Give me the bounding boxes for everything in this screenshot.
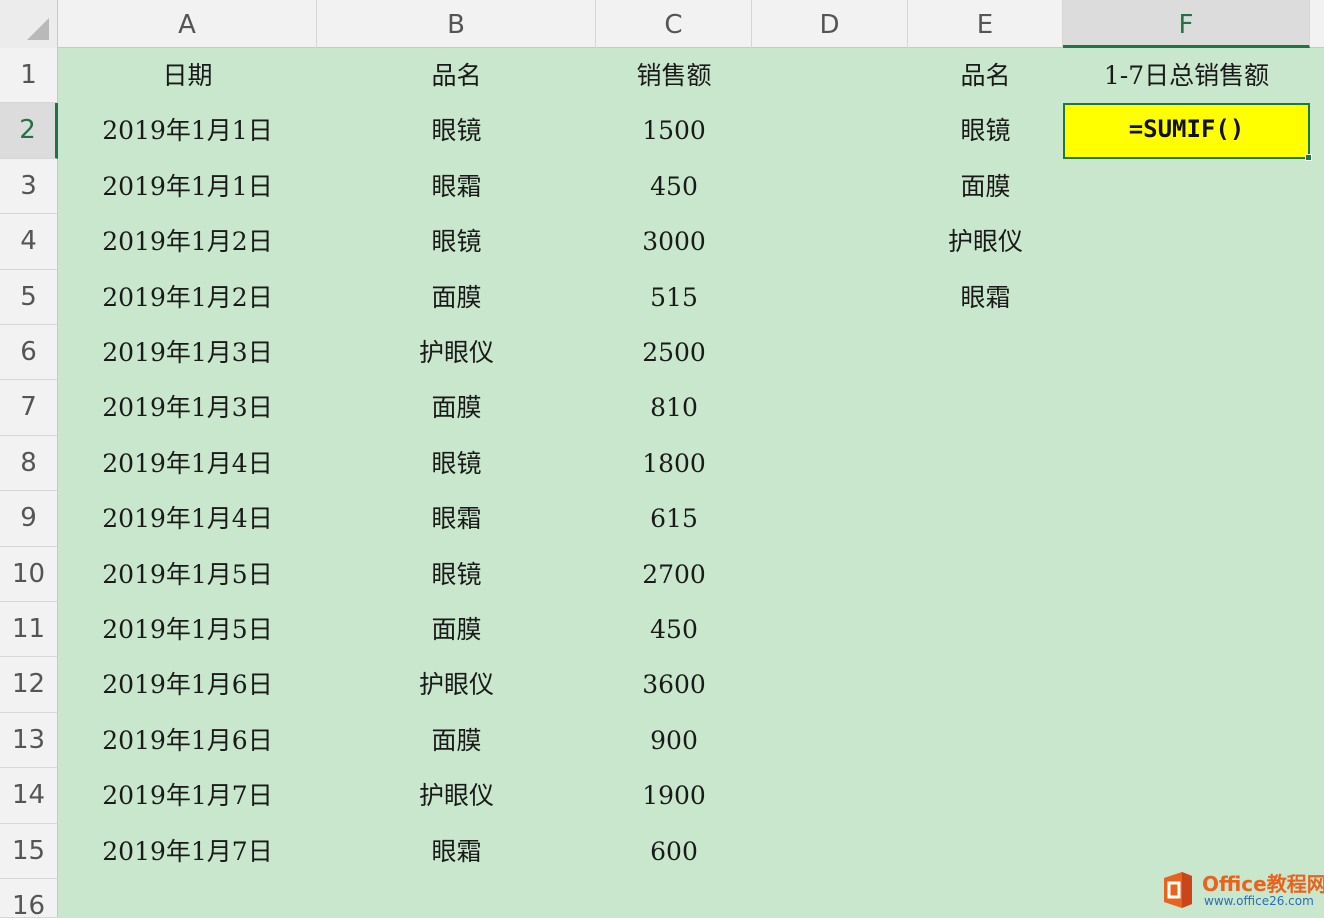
select-all-corner[interactable]	[0, 0, 58, 48]
cell-sales[interactable]: 1500	[596, 103, 752, 158]
cell-sales[interactable]: 600	[596, 824, 752, 879]
cell-product[interactable]: 眼霜	[317, 491, 596, 546]
cell-product[interactable]: 护眼仪	[317, 657, 596, 712]
cell-date[interactable]: 2019年1月2日	[58, 214, 317, 269]
cell-grid[interactable]: 日期 品名 销售额 品名 1-7日总销售额 2019年1月1日 眼镜 1500 2019年1月1…	[58, 48, 1324, 918]
cell-date[interactable]: 2019年1月4日	[58, 436, 317, 491]
active-cell-f2-formula[interactable]: =SUMIF()	[1063, 103, 1310, 159]
row-header-16[interactable]: 16	[0, 879, 58, 918]
row-header-4[interactable]: 4	[0, 214, 58, 270]
cell-sales[interactable]: 3000	[596, 214, 752, 269]
cell-date[interactable]: 2019年1月2日	[58, 270, 317, 325]
cell-sales[interactable]: 1900	[596, 768, 752, 823]
cell-product[interactable]: 面膜	[317, 602, 596, 657]
watermark: Office教程网 www.office26.com	[1158, 866, 1324, 918]
row-header-9[interactable]: 9	[0, 491, 58, 547]
cell-sales[interactable]: 515	[596, 270, 752, 325]
cell-date[interactable]: 2019年1月4日	[58, 491, 317, 546]
cell-date[interactable]: 2019年1月5日	[58, 602, 317, 657]
watermark-brand: Office教程网	[1202, 872, 1324, 896]
cell-lookup-product[interactable]: 护眼仪	[908, 214, 1063, 269]
cell-date[interactable]: 2019年1月7日	[58, 824, 317, 879]
watermark-url: www.office26.com	[1204, 894, 1314, 908]
cell-date[interactable]: 2019年1月6日	[58, 713, 317, 768]
column-header-c[interactable]: C	[596, 0, 752, 48]
row-header-14[interactable]: 14	[0, 768, 58, 824]
row-header-3[interactable]: 3	[0, 158, 58, 215]
column-header-f[interactable]: F	[1063, 0, 1310, 48]
fill-handle[interactable]	[1305, 153, 1312, 161]
row-header-11[interactable]: 11	[0, 602, 58, 658]
row-header-2[interactable]: 2	[0, 103, 58, 159]
cell-product[interactable]: 眼霜	[317, 824, 596, 879]
cell-sales[interactable]: 2500	[596, 325, 752, 380]
cell-e1-product-header[interactable]: 品名	[908, 48, 1063, 103]
cell-product[interactable]: 面膜	[317, 713, 596, 768]
row-header-10[interactable]: 10	[0, 546, 58, 602]
row-header-7[interactable]: 7	[0, 380, 58, 436]
cell-sales[interactable]: 3600	[596, 657, 752, 712]
cell-sales[interactable]: 2700	[596, 547, 752, 602]
cell-product[interactable]: 眼镜	[317, 103, 596, 158]
column-header-d[interactable]: D	[752, 0, 908, 48]
row-header-12[interactable]: 12	[0, 657, 58, 713]
cell-date[interactable]: 2019年1月6日	[58, 657, 317, 712]
column-header-b[interactable]: B	[317, 0, 596, 48]
column-header-a[interactable]: A	[58, 0, 317, 48]
cell-date[interactable]: 2019年1月3日	[58, 380, 317, 435]
cell-c1-sales-header[interactable]: 销售额	[596, 48, 752, 103]
cell-date[interactable]: 2019年1月1日	[58, 159, 317, 214]
cell-sales[interactable]: 450	[596, 602, 752, 657]
select-all-triangle-icon	[27, 18, 49, 40]
cell-date[interactable]: 2019年1月3日	[58, 325, 317, 380]
row-header-5[interactable]: 5	[0, 269, 58, 325]
cell-date[interactable]: 2019年1月1日	[58, 103, 317, 158]
office-logo-icon	[1164, 872, 1192, 908]
row-header-6[interactable]: 6	[0, 325, 58, 381]
cell-product[interactable]: 眼镜	[317, 436, 596, 491]
cell-product[interactable]: 眼镜	[317, 214, 596, 269]
cell-product[interactable]: 护眼仪	[317, 768, 596, 823]
cell-sales[interactable]: 810	[596, 380, 752, 435]
cell-sales[interactable]: 615	[596, 491, 752, 546]
cell-product[interactable]: 眼镜	[317, 547, 596, 602]
cell-product[interactable]: 面膜	[317, 270, 596, 325]
row-header-8[interactable]: 8	[0, 435, 58, 492]
cell-date[interactable]: 2019年1月5日	[58, 547, 317, 602]
cell-lookup-product[interactable]: 眼镜	[908, 103, 1063, 158]
cell-sales[interactable]: 900	[596, 713, 752, 768]
row-header-1[interactable]: 1	[0, 48, 58, 104]
cell-lookup-product[interactable]: 面膜	[908, 159, 1063, 214]
cell-product[interactable]: 眼霜	[317, 159, 596, 214]
cell-lookup-product[interactable]: 眼霜	[908, 270, 1063, 325]
cell-product[interactable]: 面膜	[317, 380, 596, 435]
cell-date[interactable]: 2019年1月7日	[58, 768, 317, 823]
spreadsheet: 日期 品名 销售额 品名 1-7日总销售额 2019年1月1日 眼镜 1500 2019年1月1…	[0, 0, 1324, 918]
cell-b1-product-header[interactable]: 品名	[317, 48, 596, 103]
column-header-e[interactable]: E	[908, 0, 1063, 48]
cell-sales[interactable]: 450	[596, 159, 752, 214]
cell-f1-total-header[interactable]: 1-7日总销售额	[1063, 48, 1310, 103]
cell-product[interactable]: 护眼仪	[317, 325, 596, 380]
column-header-row: ABCDEF	[0, 0, 1324, 48]
cell-a1-date-header[interactable]: 日期	[58, 48, 317, 103]
row-header-15[interactable]: 15	[0, 823, 58, 879]
cell-sales[interactable]: 1800	[596, 436, 752, 491]
row-header-13[interactable]: 13	[0, 712, 58, 769]
